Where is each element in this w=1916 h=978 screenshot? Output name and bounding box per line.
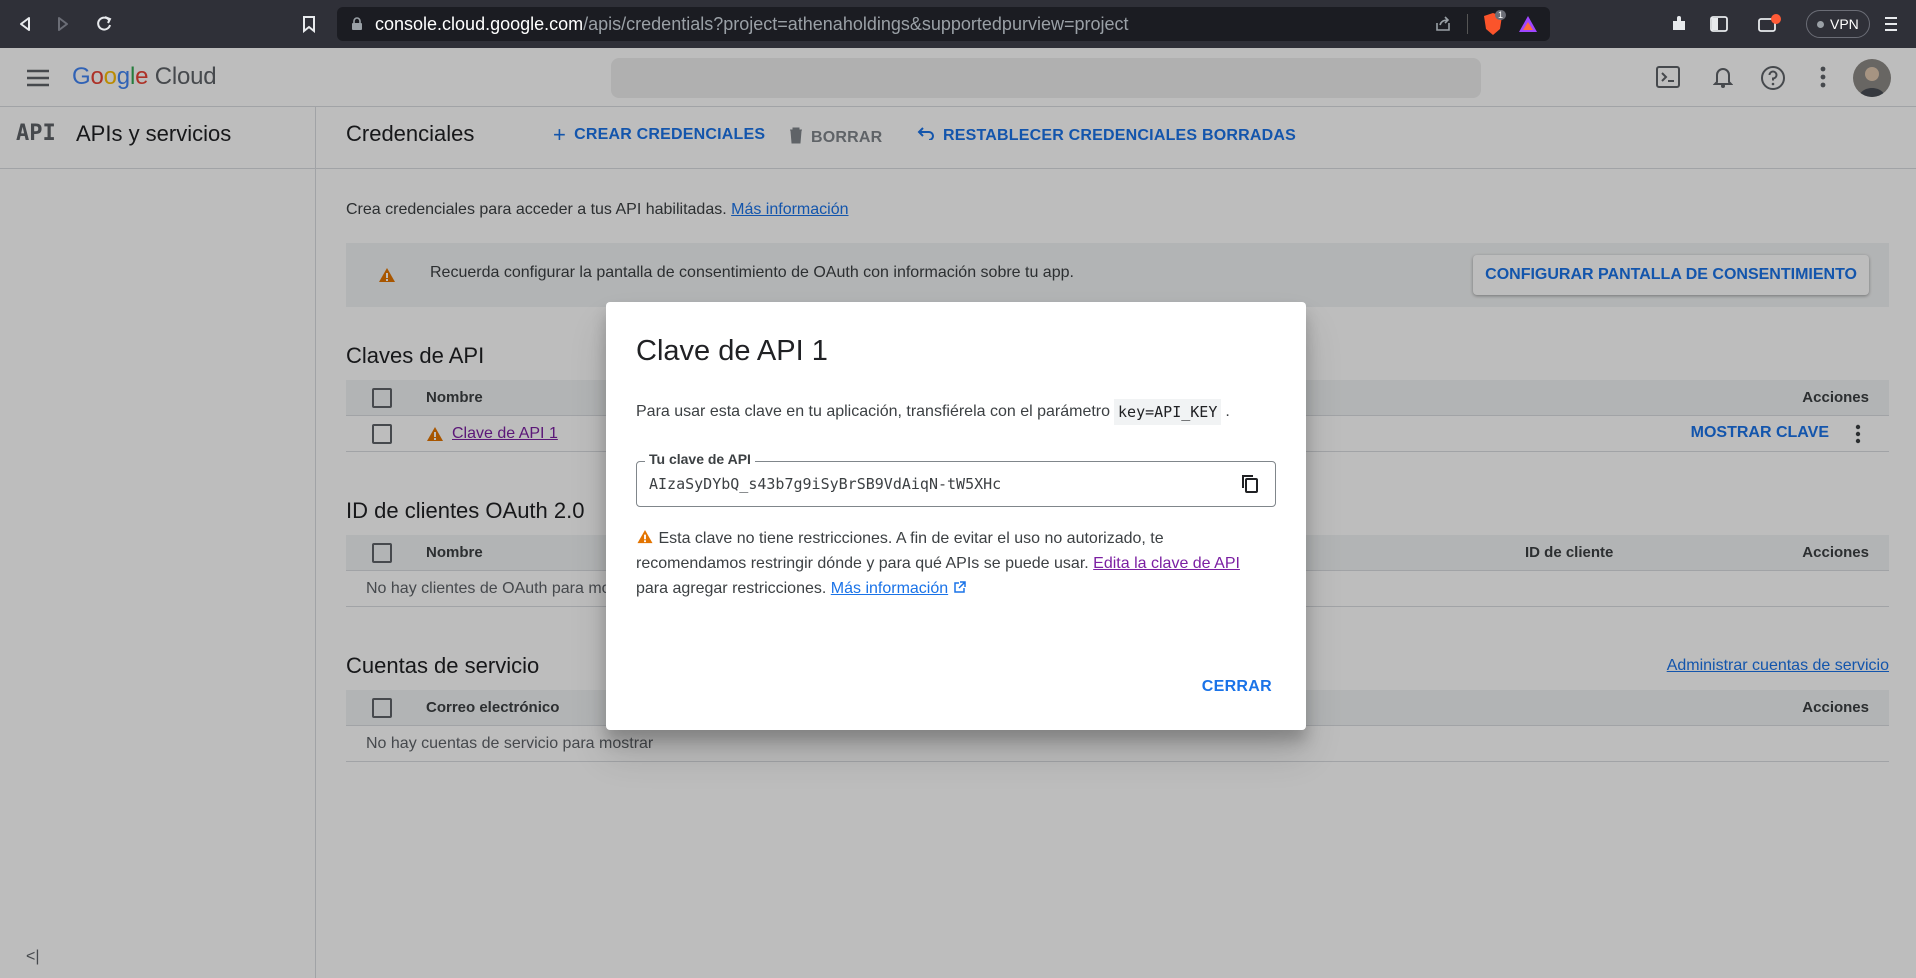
forward-icon[interactable] (48, 9, 78, 39)
address-bar[interactable]: console.cloud.google.com/apis/credential… (337, 7, 1550, 41)
vpn-button[interactable]: VPN (1806, 10, 1870, 38)
external-link-icon[interactable] (953, 580, 966, 597)
api-key-dialog: Clave de API 1 Para usar esta clave en t… (606, 302, 1306, 730)
more-info-link[interactable]: Más información (831, 580, 948, 597)
vpn-label: VPN (1830, 16, 1859, 32)
warning-icon (636, 529, 658, 547)
api-key-field[interactable]: Tu clave de API AIzaSyDYbQ_s43b7g9iSyBrS… (636, 451, 1276, 507)
url-text[interactable]: console.cloud.google.com/apis/credential… (375, 14, 1129, 35)
lock-icon (351, 17, 363, 31)
edit-api-key-link[interactable]: Edita la clave de API (1093, 555, 1240, 572)
api-key-field-label: Tu clave de API (645, 451, 755, 467)
browser-menu-icon[interactable] (1876, 9, 1906, 39)
warning-after-text: para agregar restricciones. (636, 580, 827, 597)
copy-icon[interactable] (1239, 473, 1261, 495)
back-icon[interactable] (10, 9, 40, 39)
dialog-title: Clave de API 1 (636, 335, 828, 367)
wallet-icon[interactable] (1754, 9, 1784, 39)
description-text: Para usar esta clave en tu aplicación, t… (636, 403, 1111, 420)
param-code: key=API_KEY (1114, 399, 1222, 425)
api-key-value[interactable]: AIzaSyDYbQ_s43b7g9iSyBrSB9VdAiqN-tW5XHc (649, 475, 1001, 493)
brave-rewards-icon[interactable] (1518, 15, 1538, 33)
bookmark-icon[interactable] (294, 9, 324, 39)
unrestricted-warning: Esta clave no tiene restricciones. A fin… (636, 526, 1266, 601)
brave-badge: 1 (1495, 10, 1507, 20)
vpn-status-dot (1817, 20, 1824, 28)
extensions-icon[interactable] (1664, 9, 1694, 39)
separator (1467, 14, 1468, 34)
brave-shield-icon[interactable]: 1 (1482, 10, 1507, 36)
description-end: . (1225, 403, 1230, 420)
warning-text: Esta clave no tiene restricciones. A fin… (636, 530, 1164, 572)
dialog-description: Para usar esta clave en tu aplicación, t… (636, 399, 1230, 425)
browser-toolbar: console.cloud.google.com/apis/credential… (0, 0, 1916, 48)
close-button[interactable]: CERRAR (1202, 678, 1272, 696)
sidebar-toggle-icon[interactable] (1704, 9, 1734, 39)
reload-icon[interactable] (89, 9, 119, 39)
share-icon[interactable] (1433, 14, 1453, 34)
